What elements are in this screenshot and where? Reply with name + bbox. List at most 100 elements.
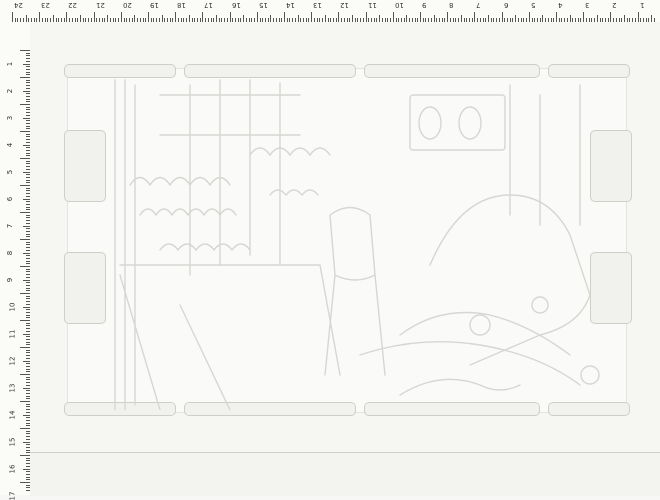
ruler-tick	[23, 171, 30, 173]
ruler-tick	[20, 428, 30, 429]
ruler-tick	[284, 12, 285, 22]
ruler-tick	[20, 482, 30, 483]
ruler-number: 21	[95, 1, 105, 9]
ruler-number: 24	[14, 1, 23, 9]
ruler-number: 14	[8, 410, 17, 420]
ruler-number: 9	[422, 1, 427, 9]
ruler-tick	[20, 347, 30, 348]
ruler-tick	[243, 15, 245, 22]
ruler-tick	[392, 12, 394, 22]
ruler-tick	[20, 401, 30, 402]
ruler-tick	[542, 15, 544, 22]
ruler-number: 4	[6, 142, 15, 148]
ruler-tick	[202, 12, 204, 22]
ruler-number: 1	[639, 1, 645, 9]
ruler-tick	[25, 15, 27, 22]
ruler-tick	[20, 212, 30, 213]
ruler-tick	[515, 15, 517, 22]
ruler-tick	[23, 279, 30, 281]
ruler-tick	[23, 441, 30, 443]
ruler-number: 5	[530, 1, 536, 9]
ruler-number: 10	[8, 302, 17, 312]
ruler-number: 17	[8, 491, 17, 500]
ruler-tick	[596, 15, 598, 22]
ruler-tick	[93, 12, 95, 22]
ruler-tick	[23, 198, 30, 200]
ruler-number: 12	[340, 1, 350, 9]
ruler-tick	[365, 12, 367, 22]
ruler-tick	[20, 455, 30, 456]
ruler-number: 12	[8, 356, 17, 366]
ruler-tick	[188, 15, 190, 22]
ruler-tick	[256, 12, 258, 22]
ruler-tick	[175, 12, 177, 22]
ruler-number: 9	[6, 277, 15, 283]
ruler-tick	[20, 185, 30, 186]
ruler-tick	[651, 15, 653, 22]
ruler-tick	[20, 77, 30, 78]
ruler-tick	[556, 12, 557, 22]
ruler-tick	[52, 15, 54, 22]
ruler-number: 3	[585, 1, 590, 9]
ruler-tick	[216, 15, 217, 22]
ruler-tick	[23, 468, 30, 470]
ruler-tick	[20, 50, 30, 51]
ruler-tick	[624, 15, 625, 22]
ruler-tick	[270, 15, 272, 22]
ruler-tick	[297, 15, 299, 22]
ruler-tick	[420, 12, 421, 22]
ruler-number: 10	[394, 1, 404, 9]
ruler-tick	[379, 15, 381, 22]
ruler-tick	[637, 12, 639, 22]
ruler-tick	[311, 12, 313, 22]
ruler-number: 2	[612, 1, 617, 9]
ruler-number: 15	[8, 437, 17, 447]
ruler-number: 4	[558, 1, 563, 9]
ruler-number: 13	[313, 1, 323, 9]
ruler-number: 8	[6, 250, 15, 256]
ruler-number: 11	[8, 329, 17, 339]
ruler-number: 20	[122, 1, 132, 9]
ruler-tick	[148, 12, 149, 22]
lower-paper-edge	[30, 452, 660, 496]
ruler-tick	[20, 374, 30, 375]
ruler-tick	[528, 12, 530, 22]
ruler-tick	[23, 225, 30, 227]
ruler-tick	[501, 12, 503, 22]
ruler-number: 1	[6, 61, 15, 67]
ruler-number: 14	[286, 1, 295, 9]
ruler-tick	[120, 12, 122, 22]
ruler-tick	[12, 12, 13, 22]
ruler-tick	[20, 320, 30, 321]
left-ruler: 1 2 3 4 5 6 7 8 9 10 11 12 13 14 15 16 17	[0, 22, 31, 500]
ruler-tick	[569, 15, 571, 22]
ruler-number: 8	[449, 1, 454, 9]
ruler-tick	[39, 12, 41, 22]
ruler-number: 23	[41, 1, 51, 9]
ruler-number: 22	[68, 1, 78, 9]
ruler-number: 6	[6, 196, 15, 202]
ruler-number: 19	[150, 1, 159, 9]
ruler-tick	[23, 144, 30, 146]
ruler-tick	[23, 360, 30, 362]
ruler-tick	[23, 387, 30, 389]
ruler-number: 11	[367, 1, 377, 9]
ruler-tick	[23, 333, 30, 335]
ruler-tick	[23, 252, 30, 254]
ruler-tick	[352, 15, 353, 22]
ruler-tick	[23, 117, 30, 119]
ruler-tick	[338, 12, 340, 22]
ruler-tick	[134, 15, 136, 22]
ruler-tick	[107, 15, 109, 22]
ruler-tick	[23, 414, 30, 416]
ruler-number: 15	[258, 1, 268, 9]
ruler-number: 18	[177, 1, 187, 9]
ruler-number: 5	[6, 169, 15, 175]
ruler-tick	[20, 131, 30, 132]
ruler-tick	[23, 90, 30, 92]
ruler-number: 7	[6, 223, 15, 229]
ruler-number: 13	[8, 383, 17, 393]
ruler-tick	[488, 15, 489, 22]
ruler-tick	[80, 15, 81, 22]
ruler-tick	[20, 239, 30, 240]
